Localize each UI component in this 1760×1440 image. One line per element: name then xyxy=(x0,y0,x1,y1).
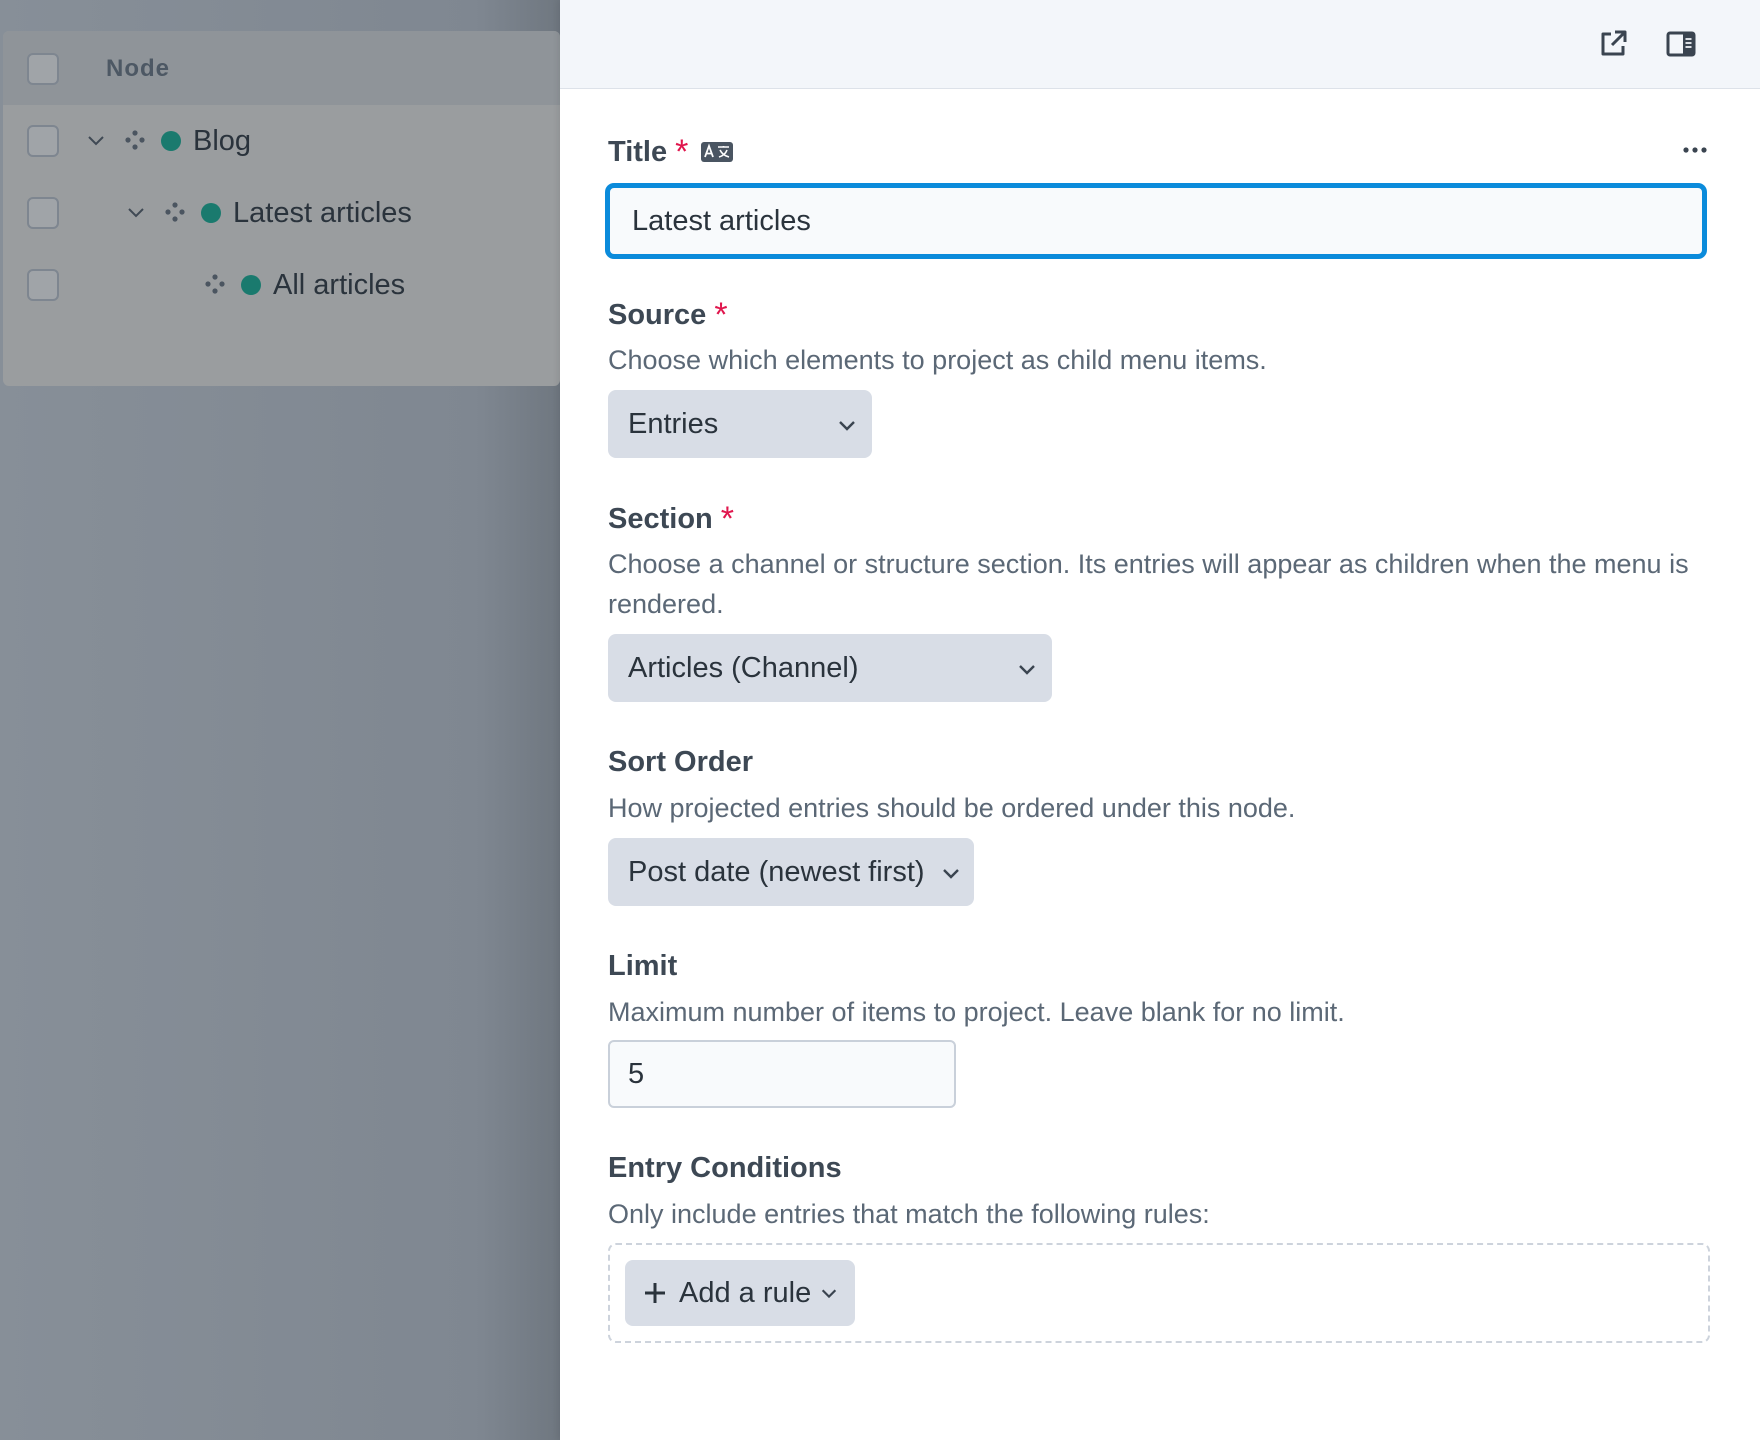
row-checkbox[interactable] xyxy=(27,197,59,229)
select-value: Articles (Channel) xyxy=(628,651,859,684)
chevron-down-icon xyxy=(839,421,855,431)
field-label-text: Entry Conditions xyxy=(608,1152,842,1184)
sort-order-select[interactable]: Post date (newest first) xyxy=(608,838,974,906)
select-all-checkbox[interactable] xyxy=(27,53,59,85)
status-indicator xyxy=(241,275,261,295)
status-indicator xyxy=(161,131,181,151)
limit-field-description: Maximum number of items to project. Leav… xyxy=(608,997,1345,1027)
node-title[interactable]: All articles xyxy=(273,269,405,302)
limit-input[interactable] xyxy=(608,1040,956,1108)
status-indicator xyxy=(201,203,221,223)
limit-field-label: Limit xyxy=(608,950,677,983)
required-indicator: * xyxy=(675,133,689,171)
add-rule-label: Add a rule xyxy=(679,1276,812,1309)
tree-row[interactable]: Blog xyxy=(3,105,560,177)
slideout-header xyxy=(560,0,1760,89)
section-field-label: Section * xyxy=(608,502,734,536)
add-rule-button[interactable]: Add a rule xyxy=(625,1260,855,1326)
field-label-text: Sort Order xyxy=(608,746,754,778)
chevron-down-icon xyxy=(821,1289,837,1299)
move-handle-icon[interactable] xyxy=(204,273,226,295)
field-label-text: Source xyxy=(608,298,707,331)
more-options-icon[interactable] xyxy=(1677,140,1713,160)
translatable-icon xyxy=(701,142,734,162)
chevron-down-icon xyxy=(943,869,959,879)
section-select[interactable]: Articles (Channel) xyxy=(608,634,1052,702)
tree-row[interactable]: Latest articles xyxy=(3,177,560,249)
source-field-description: Choose which elements to project as chil… xyxy=(608,345,1267,375)
chevron-down-icon xyxy=(1019,665,1035,675)
plus-icon xyxy=(645,1283,665,1303)
tree-row[interactable]: All articles xyxy=(3,249,560,321)
source-select[interactable]: Entries xyxy=(608,390,872,458)
node-title[interactable]: Blog xyxy=(193,125,251,158)
title-input[interactable] xyxy=(606,184,1706,258)
select-value: Post date (newest first) xyxy=(628,855,925,888)
tree-header: Node xyxy=(3,31,560,105)
sort-order-field-description: How projected entries should be ordered … xyxy=(608,793,1296,823)
sort-order-field-label: Sort Order xyxy=(608,746,753,779)
chevron-down-icon[interactable] xyxy=(125,201,147,223)
required-indicator: * xyxy=(714,296,728,334)
row-checkbox[interactable] xyxy=(27,125,59,157)
entry-conditions-field-description: Only include entries that match the foll… xyxy=(608,1199,1210,1229)
condition-rules-container: Add a rule xyxy=(608,1243,1710,1343)
row-checkbox[interactable] xyxy=(27,269,59,301)
section-field-description: Choose a channel or structure section. I… xyxy=(608,549,1689,619)
field-label-text: Section xyxy=(608,502,713,535)
node-title[interactable]: Latest articles xyxy=(233,197,412,230)
move-handle-icon[interactable] xyxy=(124,129,146,151)
open-in-new-window-icon[interactable] xyxy=(1597,28,1629,60)
column-header-node: Node xyxy=(106,55,170,82)
sidebar-toggle-icon[interactable] xyxy=(1665,28,1697,60)
node-editor-slideout: Title * Source * Choose which elements t… xyxy=(560,0,1760,1440)
move-handle-icon[interactable] xyxy=(164,201,186,223)
field-label-text: Limit xyxy=(608,950,678,982)
entry-conditions-field-label: Entry Conditions xyxy=(608,1152,842,1185)
select-value: Entries xyxy=(628,407,719,440)
structure-tree: Node Blog Latest articles All articles xyxy=(3,31,560,386)
chevron-down-icon[interactable] xyxy=(85,129,107,151)
title-field-label: Title * xyxy=(608,135,734,169)
source-field-label: Source * xyxy=(608,298,728,332)
field-label-text: Title xyxy=(608,135,668,168)
required-indicator: * xyxy=(720,500,734,538)
